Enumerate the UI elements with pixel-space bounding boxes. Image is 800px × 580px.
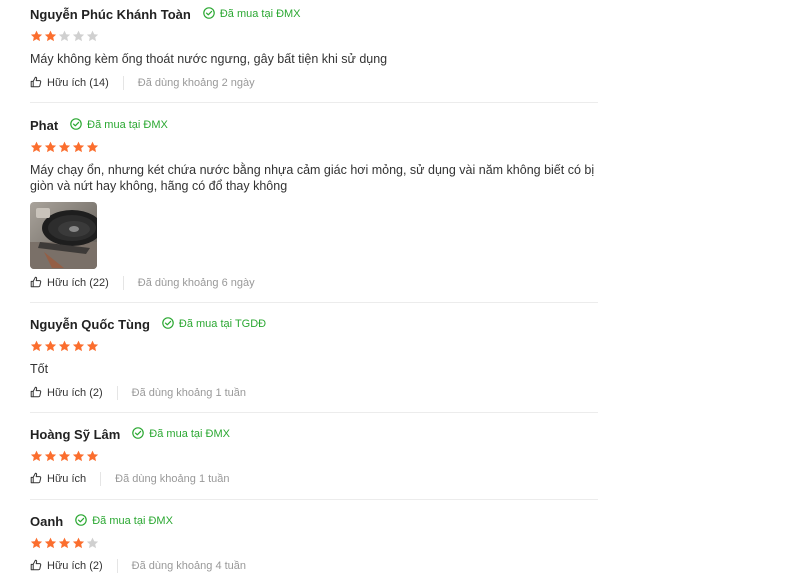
usage-duration: Đã dùng khoảng 1 tuần — [115, 473, 230, 485]
reviewer-name: Nguyễn Quốc Tùng — [30, 316, 150, 332]
star-icon — [30, 450, 43, 462]
star-icon — [44, 30, 57, 42]
helpful-label: Hữu ích — [47, 473, 87, 485]
purchase-badge-label: Đã mua tại ĐMX — [87, 119, 168, 131]
review-footer: Hữu ích (2) Đã dùng khoảng 4 tuần — [30, 558, 246, 574]
star-rating — [30, 30, 598, 42]
review-footer: Hữu ích (2) Đã dùng khoảng 1 tuần — [30, 385, 246, 401]
divider — [122, 276, 124, 290]
star-icon — [86, 340, 99, 352]
star-rating — [30, 450, 598, 462]
star-icon — [30, 30, 43, 42]
review-item: Nguyễn Quốc Tùng Đã mua tại TGDĐ Tốt Hữu… — [30, 314, 598, 413]
star-icon — [72, 450, 85, 462]
review-header: Nguyễn Quốc Tùng Đã mua tại TGDĐ — [30, 314, 598, 334]
star-rating — [30, 340, 598, 352]
usage-duration: Đã dùng khoảng 6 ngày — [137, 277, 255, 289]
star-rating — [30, 141, 598, 153]
review-list: Nguyễn Phúc Khánh Toàn Đã mua tại ĐMX Má… — [0, 0, 800, 580]
helpful-label: Hữu ích (22) — [47, 277, 109, 289]
check-circle-icon — [132, 426, 149, 442]
reviewer-name: Hoàng Sỹ Lâm — [30, 426, 121, 442]
purchase-badge: Đã mua tại ĐMX — [203, 6, 301, 22]
purchase-badge: Đã mua tại ĐMX — [132, 426, 230, 442]
helpful-button[interactable]: Hữu ích (14) — [30, 76, 109, 91]
star-icon — [58, 30, 71, 42]
review-photo[interactable] — [30, 202, 97, 269]
review-footer: Hữu ích (14) Đã dùng khoảng 2 ngày — [30, 75, 255, 91]
reviewer-name: Phat — [30, 117, 59, 133]
purchase-badge-label: Đã mua tại ĐMX — [149, 428, 230, 440]
thumbs-up-icon — [30, 276, 47, 291]
thumbs-up-icon — [30, 76, 47, 91]
star-icon — [30, 340, 43, 352]
star-icon — [86, 450, 99, 462]
star-icon — [86, 30, 99, 42]
star-icon — [58, 141, 71, 153]
check-circle-icon — [75, 513, 92, 529]
purchase-badge: Đã mua tại ĐMX — [70, 117, 168, 133]
check-circle-icon — [203, 6, 220, 22]
star-icon — [72, 141, 85, 153]
reviewer-name: Oanh — [30, 513, 64, 529]
star-icon — [86, 537, 99, 549]
purchase-badge: Đã mua tại TGDĐ — [162, 316, 267, 332]
purchase-badge-label: Đã mua tại TGDĐ — [178, 318, 267, 330]
usage-duration: Đã dùng khoảng 1 tuần — [131, 387, 247, 399]
helpful-button[interactable]: Hữu ích (2) — [30, 386, 103, 401]
usage-duration: Đã dùng khoảng 2 ngày — [137, 77, 255, 89]
review-footer: Hữu ích Đã dùng khoảng 1 tuần — [30, 471, 230, 487]
star-icon — [44, 141, 57, 153]
star-icon — [44, 537, 57, 549]
star-icon — [72, 30, 85, 42]
divider — [116, 559, 118, 573]
divider — [116, 386, 118, 400]
helpful-button[interactable]: Hữu ích (2) — [30, 559, 103, 574]
star-icon — [86, 141, 99, 153]
review-header: Nguyễn Phúc Khánh Toàn Đã mua tại ĐMX — [30, 4, 598, 24]
star-icon — [58, 340, 71, 352]
purchase-badge-label: Đã mua tại ĐMX — [92, 515, 173, 527]
review-footer: Hữu ích (22) Đã dùng khoảng 6 ngày — [30, 275, 255, 291]
star-icon — [44, 450, 57, 462]
thumbs-up-icon — [30, 386, 47, 401]
review-item: Oanh Đã mua tại ĐMX Hữu ích (2) Đã dùng … — [30, 511, 598, 580]
review-comment: Tốt — [30, 362, 49, 376]
check-circle-icon — [70, 117, 87, 133]
review-header: Hoàng Sỹ Lâm Đã mua tại ĐMX — [30, 424, 598, 444]
helpful-button[interactable]: Hữu ích — [30, 472, 86, 487]
review-photo-image — [30, 202, 97, 269]
helpful-label: Hữu ích (14) — [47, 77, 109, 89]
thumbs-up-icon — [30, 472, 47, 487]
review-comment: Máy chạy ổn, nhưng két chứa nước bằng nh… — [30, 163, 595, 193]
review-item: Hoàng Sỹ Lâm Đã mua tại ĐMX Hữu ích Đã d… — [30, 424, 598, 500]
review-item: Phat Đã mua tại ĐMX Máy chạy ổn, nhưng k… — [30, 115, 598, 303]
star-icon — [58, 450, 71, 462]
star-icon — [30, 141, 43, 153]
helpful-label: Hữu ích (2) — [47, 387, 103, 399]
star-icon — [58, 537, 71, 549]
review-header: Oanh Đã mua tại ĐMX — [30, 511, 598, 531]
reviewer-name: Nguyễn Phúc Khánh Toàn — [30, 6, 191, 22]
purchase-badge-label: Đã mua tại ĐMX — [219, 8, 301, 20]
star-rating — [30, 537, 598, 549]
purchase-badge: Đã mua tại ĐMX — [75, 513, 173, 529]
divider — [122, 76, 124, 90]
star-icon — [44, 340, 57, 352]
review-header: Phat Đã mua tại ĐMX — [30, 115, 598, 135]
usage-duration: Đã dùng khoảng 4 tuần — [131, 560, 247, 572]
review-item: Nguyễn Phúc Khánh Toàn Đã mua tại ĐMX Má… — [30, 4, 598, 103]
helpful-label: Hữu ích (2) — [47, 560, 103, 572]
helpful-button[interactable]: Hữu ích (22) — [30, 276, 109, 291]
star-icon — [30, 537, 43, 549]
thumbs-up-icon — [30, 559, 47, 574]
check-circle-icon — [162, 316, 179, 332]
divider — [100, 472, 102, 486]
star-icon — [72, 537, 85, 549]
review-comment: Máy không kèm ống thoát nước ngưng, gây … — [30, 52, 388, 66]
star-icon — [72, 340, 85, 352]
